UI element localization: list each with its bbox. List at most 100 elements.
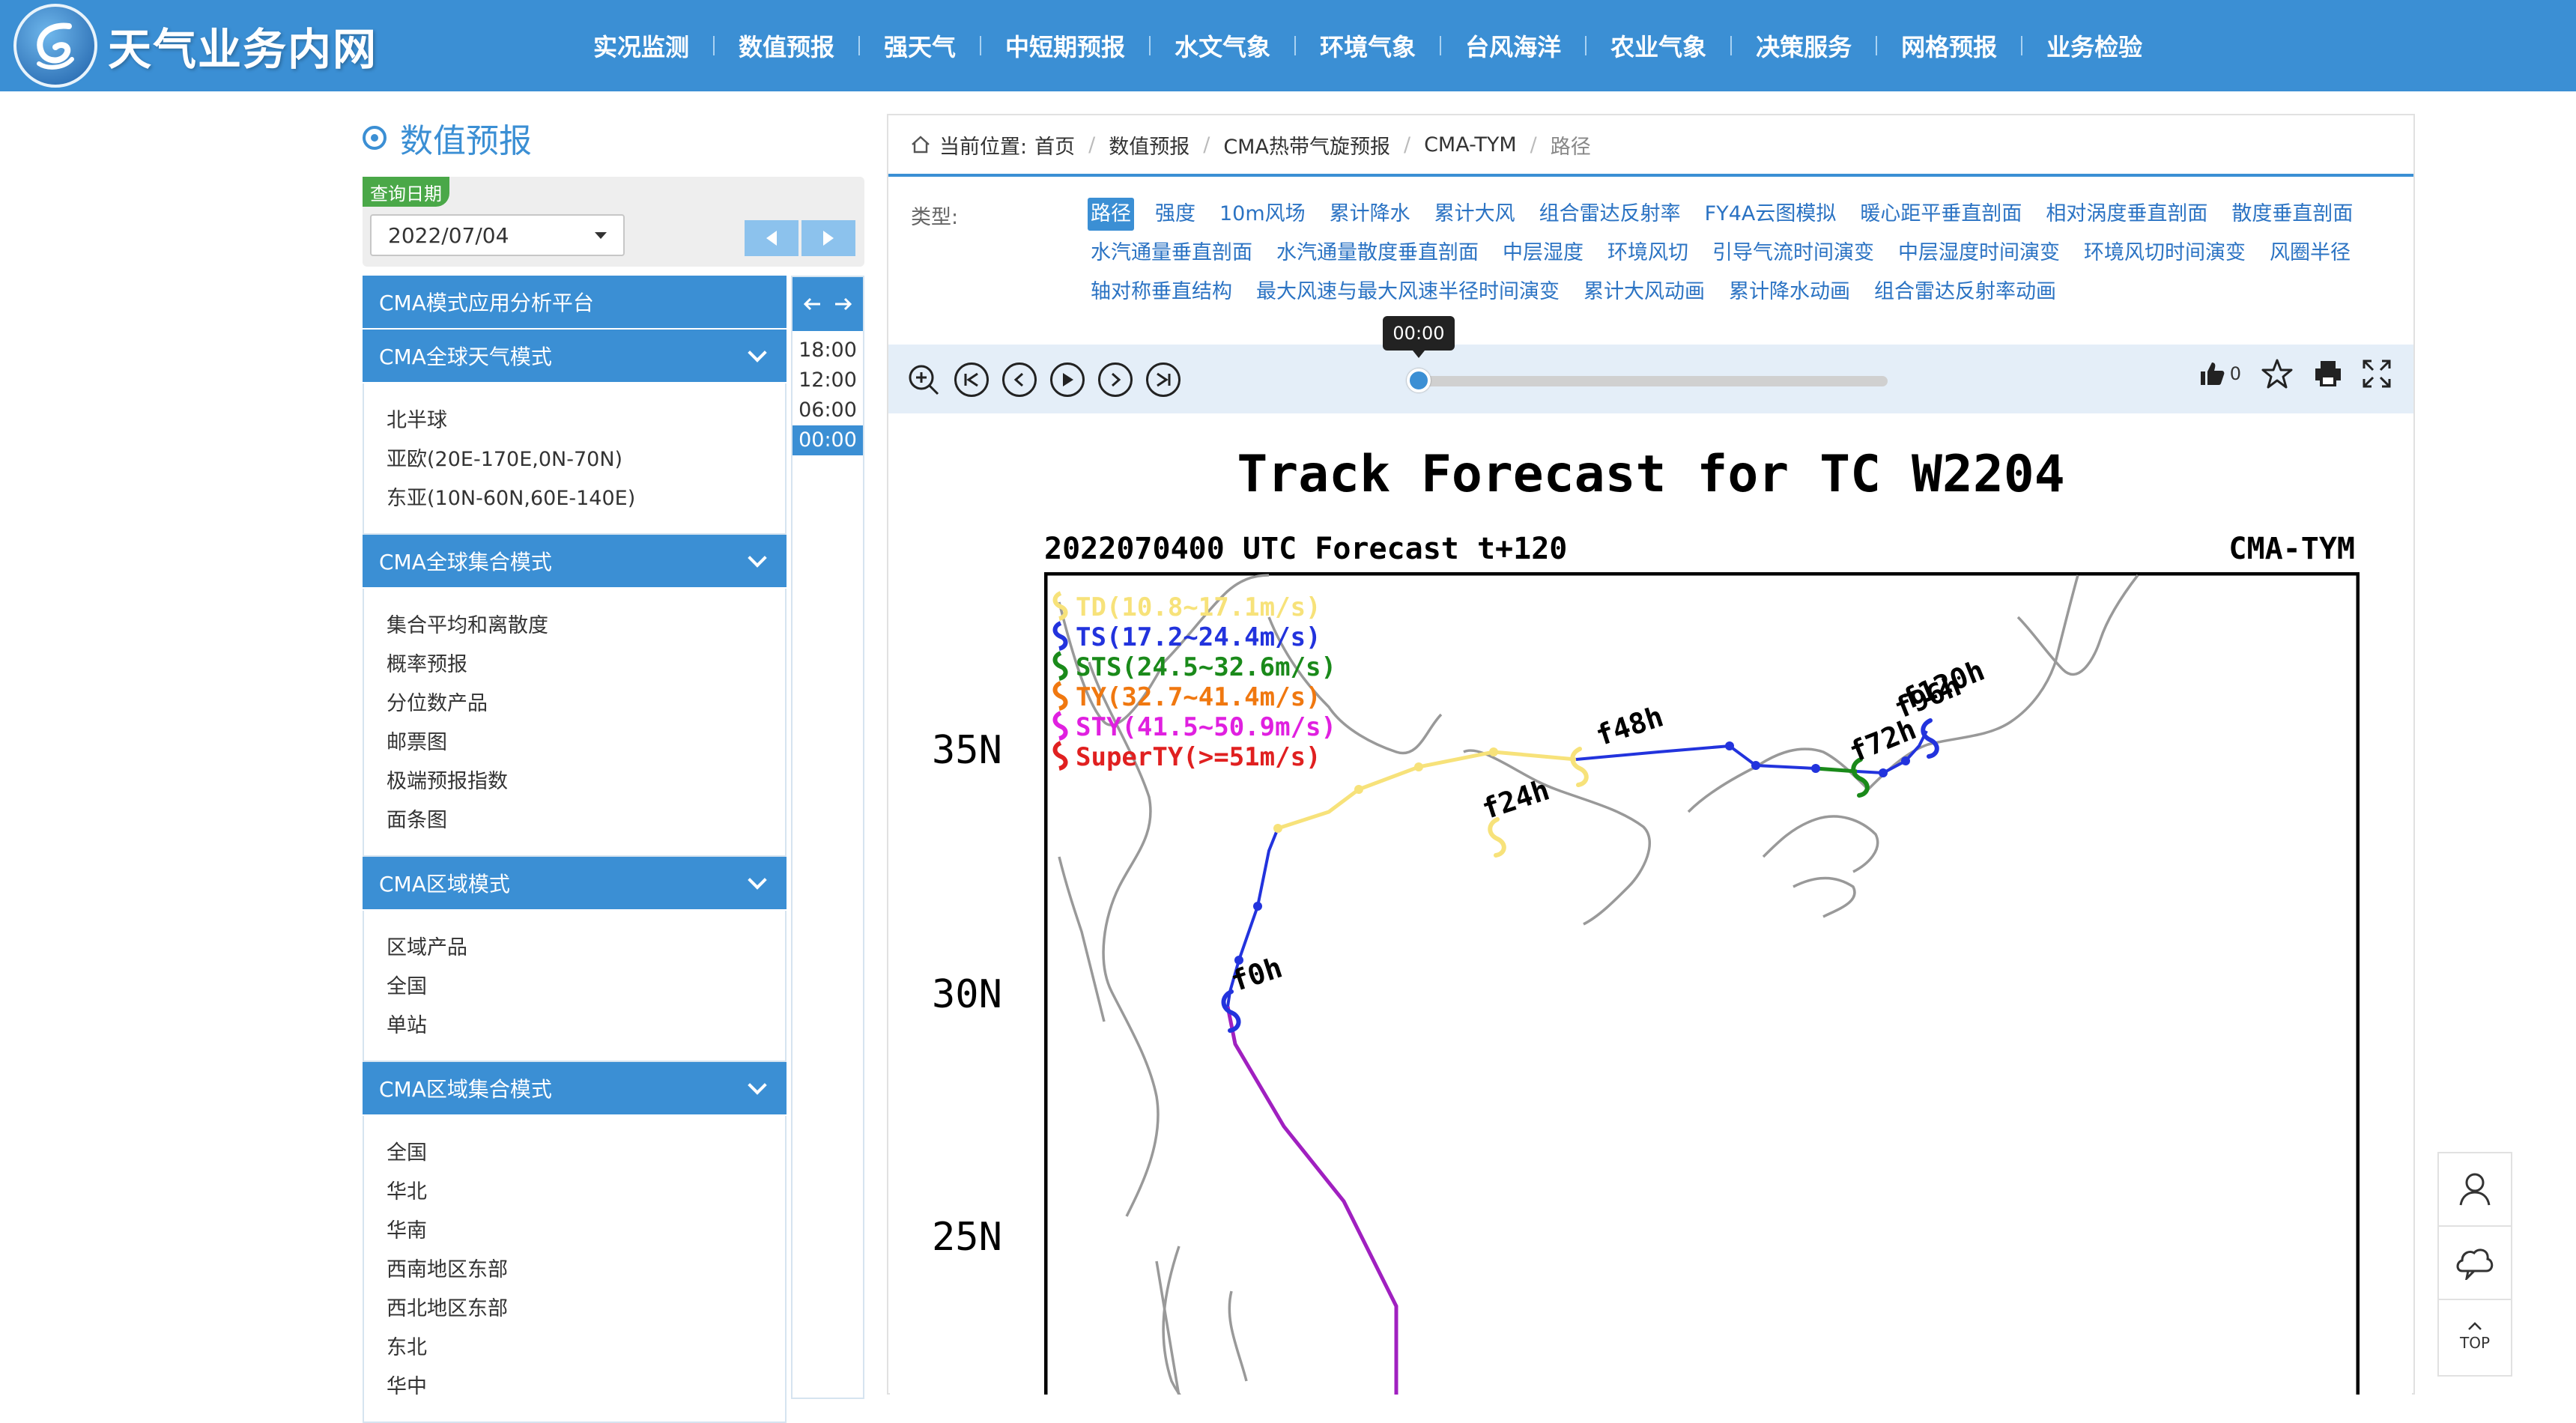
type-link[interactable]: 累计大风动画 [1581,276,1708,315]
print-icon[interactable] [2313,359,2343,388]
menu-item[interactable]: 东北 [387,1329,785,1368]
type-link[interactable]: 暖心距平垂直剖面 [1857,198,2025,237]
type-link[interactable]: 累计降水动画 [1726,276,1853,315]
menu-head-global-weather[interactable]: CMA全球天气模式 [363,330,787,383]
user-button[interactable] [2439,1153,2511,1227]
type-link[interactable]: 组合雷达反射率动画 [1871,276,2059,315]
zoom-in-button[interactable] [906,362,941,397]
menu-head-label: CMA全球天气模式 [379,345,552,369]
type-link[interactable]: 环境风切时间演变 [2081,237,2249,276]
type-link[interactable]: 10m风场 [1216,198,1309,237]
timeline-thumb[interactable] [1407,368,1431,392]
breadcrumb-tym[interactable]: CMA-TYM [1424,133,1517,157]
next-date-button[interactable] [801,220,855,256]
menu-item[interactable]: 华北 [387,1173,785,1212]
time-item-active[interactable]: 00:00 [793,425,863,455]
menu-item[interactable]: 亚欧(20E-170E,0N-70N) [387,440,785,479]
type-link[interactable]: 最大风速与最大风速半径时间演变 [1253,276,1563,315]
prev-date-button[interactable] [745,220,798,256]
arrow-left-icon[interactable] [802,297,822,312]
nav-item-hydro[interactable]: 水文气象 [1151,28,1294,63]
type-link[interactable]: FY4A云图模拟 [1702,198,1840,237]
menu-item[interactable]: 极端预报指数 [387,762,785,801]
time-list-header [793,277,863,331]
back-to-top-button[interactable]: TOP [2439,1300,2511,1374]
nav-item-verification[interactable]: 业务检验 [2022,28,2166,63]
prev-frame-button[interactable] [1002,362,1037,397]
type-link[interactable]: 环境风切 [1604,237,1691,276]
next-frame-button[interactable] [1098,362,1133,397]
menu-item[interactable]: 东亚(10N-60N,60E-140E) [387,479,785,518]
menu-item[interactable]: 邮票图 [387,723,785,762]
type-link[interactable]: 组合雷达反射率 [1536,198,1684,237]
fullscreen-icon[interactable] [2363,359,2391,388]
menu-item[interactable]: 单站 [387,1007,785,1046]
play-button[interactable] [1050,362,1085,397]
breadcrumb-nwp[interactable]: 数值预报 [1109,130,1189,160]
time-item[interactable]: 12:00 [793,365,863,395]
main-content: 当前位置: 首页 / 数值预报 / CMA热带气旋预报 / CMA-TYM / … [887,114,2415,1395]
time-item[interactable]: 18:00 [793,336,863,365]
like-button[interactable]: 0 [2198,360,2241,387]
type-link[interactable]: 水汽通量散度垂直剖面 [1273,237,1482,276]
menu-head-platform[interactable]: CMA模式应用分析平台 [363,276,787,330]
menu-item[interactable]: 分位数产品 [387,685,785,723]
type-link[interactable]: 相对涡度垂直剖面 [2043,198,2210,237]
menu-head-regional-ensemble[interactable]: CMA区域集合模式 [363,1062,787,1116]
nav-item-decision[interactable]: 决策服务 [1732,28,1876,63]
breadcrumb-sep: / [1088,133,1096,157]
date-select[interactable]: 2022/07/04 [370,214,625,256]
nav-item-realtime[interactable]: 实况监测 [569,28,713,63]
type-link[interactable]: 散度垂直剖面 [2228,198,2356,237]
type-link[interactable]: 轴对称垂直结构 [1088,276,1235,315]
timeline-slider[interactable] [1416,376,1888,386]
breadcrumb-tc[interactable]: CMA热带气旋预报 [1223,130,1390,160]
breadcrumb-current: 路径 [1550,135,1591,159]
nav-item-nwp[interactable]: 数值预报 [715,28,858,63]
type-link[interactable]: 累计大风 [1431,198,1518,237]
track-label-f24h: f24h [1478,773,1554,825]
star-icon[interactable] [2261,358,2294,389]
time-list-panel: 18:00 12:00 06:00 00:00 [791,276,864,1399]
type-link[interactable]: 风圈半径 [2267,237,2354,276]
menu-item[interactable]: 西北地区东部 [387,1290,785,1329]
legend-symbol [1052,651,1068,681]
menu-item[interactable]: 华中 [387,1368,785,1407]
type-link[interactable]: 中层湿度 [1500,237,1586,276]
first-frame-button[interactable] [954,362,989,397]
chat-button[interactable] [2439,1227,2511,1300]
menu-head-global-ensemble[interactable]: CMA全球集合模式 [363,535,787,589]
nav-item-severe-weather[interactable]: 强天气 [860,28,980,63]
type-link[interactable]: 水汽通量垂直剖面 [1088,237,1255,276]
zoom-in-icon [909,365,939,395]
menu-item[interactable]: 面条图 [387,801,785,840]
figure-subtitle-left: 2022070400 UTC Forecast t+120 [1044,532,1568,566]
arrow-right-icon[interactable] [834,297,853,312]
type-link[interactable]: 中层湿度时间演变 [1895,237,2063,276]
menu-head-regional[interactable]: CMA区域模式 [363,857,787,911]
menu-item[interactable]: 华南 [387,1212,785,1251]
last-frame-button[interactable] [1146,362,1181,397]
menu-item[interactable]: 概率预报 [387,646,785,685]
nav-item-grid-forecast[interactable]: 网格预报 [1877,28,2021,63]
menu-item[interactable]: 全国 [387,1134,785,1173]
breadcrumb-home[interactable]: 首页 [1034,130,1075,160]
time-item[interactable]: 06:00 [793,395,863,425]
legend-symbol [1052,741,1068,771]
menu-item[interactable]: 集合平均和离散度 [387,607,785,646]
date-label: 查询日期 [363,177,449,207]
nav-item-environment[interactable]: 环境气象 [1296,28,1440,63]
time-list: 18:00 12:00 06:00 00:00 [793,331,863,455]
type-link[interactable]: 路径 [1088,198,1134,231]
type-link[interactable]: 引导气流时间演变 [1709,237,1877,276]
type-link[interactable]: 累计降水 [1327,198,1413,237]
menu-item[interactable]: 西南地区东部 [387,1251,785,1290]
nav-item-agriculture[interactable]: 农业气象 [1586,28,1730,63]
nav-item-medium-short-forecast[interactable]: 中短期预报 [981,28,1149,63]
site-logo[interactable]: 天气业务内网 [13,0,378,91]
type-link[interactable]: 强度 [1152,198,1198,237]
menu-item[interactable]: 区域产品 [387,929,785,968]
menu-item[interactable]: 全国 [387,968,785,1007]
nav-item-typhoon-ocean[interactable]: 台风海洋 [1441,28,1585,63]
menu-item[interactable]: 北半球 [387,401,785,440]
